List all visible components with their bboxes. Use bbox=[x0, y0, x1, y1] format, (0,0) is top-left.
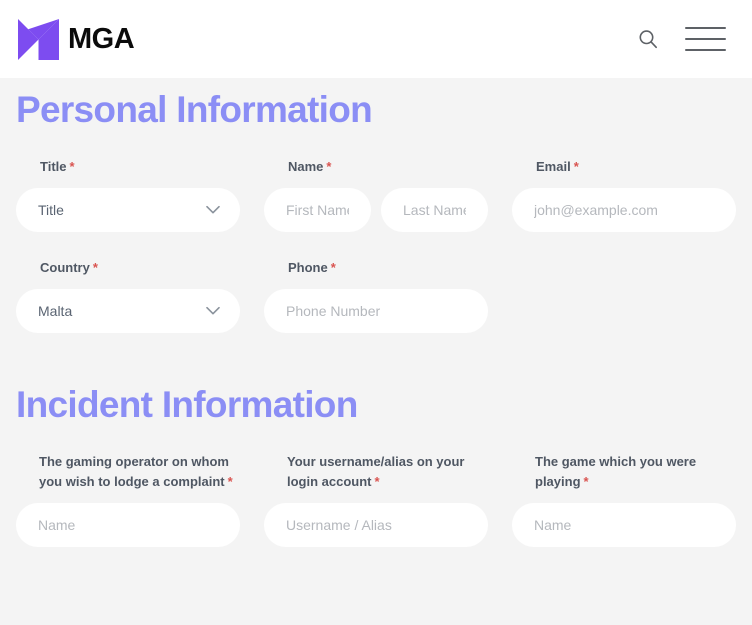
field-email: Email * bbox=[512, 157, 736, 232]
email-input[interactable] bbox=[512, 187, 736, 232]
field-country: Country * bbox=[16, 258, 240, 333]
mga-logo-icon bbox=[18, 18, 59, 60]
username-alias-input[interactable] bbox=[264, 502, 488, 547]
required-asterisk: * bbox=[330, 259, 336, 275]
search-icon[interactable] bbox=[637, 28, 659, 50]
label-text: The gaming operator on whom you wish to … bbox=[39, 453, 229, 489]
field-gaming-operator: The gaming operator on whom you wish to … bbox=[16, 452, 240, 547]
field-label-username-alias: Your username/alias on your login accoun… bbox=[264, 452, 488, 492]
label-text: Name bbox=[288, 158, 324, 174]
field-label-title: Title * bbox=[16, 157, 240, 177]
field-label-game-played: The game which you were playing * bbox=[512, 452, 736, 492]
field-label-name: Name * bbox=[264, 157, 488, 177]
first-name-input[interactable] bbox=[264, 187, 371, 232]
title-select[interactable] bbox=[16, 187, 240, 232]
label-text: Country bbox=[40, 259, 90, 275]
field-username-alias: Your username/alias on your login accoun… bbox=[264, 452, 488, 547]
phone-input[interactable] bbox=[264, 288, 488, 333]
section-personal-information: Personal Information Title* Name* bbox=[16, 78, 736, 333]
label-text: Phone bbox=[288, 259, 328, 275]
field-label-phone: Phone * bbox=[264, 258, 488, 278]
field-label-country: Country * bbox=[16, 258, 240, 278]
brand-logo-link[interactable]: MGA bbox=[18, 18, 135, 60]
form-page: Personal Information Title* Name* bbox=[0, 78, 752, 547]
field-label-email: Email * bbox=[512, 157, 736, 177]
gaming-operator-input[interactable] bbox=[16, 502, 240, 547]
required-asterisk: * bbox=[69, 158, 75, 174]
required-asterisk: * bbox=[573, 158, 579, 174]
hamburger-menu-icon[interactable] bbox=[685, 27, 726, 51]
form-row: Title* Name* Email* bbox=[16, 157, 736, 232]
hamburger-bars bbox=[685, 27, 726, 51]
label-text: Title bbox=[40, 158, 67, 174]
country-select-wrapper bbox=[16, 288, 240, 333]
section-incident-information: Incident Information The gaming operator… bbox=[16, 383, 736, 547]
required-asterisk: * bbox=[583, 473, 589, 489]
field-phone: Phone * bbox=[264, 258, 488, 333]
section-heading-incident: Incident Information bbox=[16, 383, 358, 425]
form-row: The gaming operator on whom you wish to … bbox=[16, 452, 736, 547]
header-actions bbox=[637, 27, 732, 51]
name-input-group bbox=[264, 187, 488, 232]
game-played-input[interactable] bbox=[512, 502, 736, 547]
field-game-played: The game which you were playing * bbox=[512, 452, 736, 547]
field-name: Name * bbox=[264, 157, 488, 232]
field-label-gaming-operator: The gaming operator on whom you wish to … bbox=[16, 452, 240, 492]
site-header: MGA bbox=[0, 0, 752, 78]
form-row: Country* Phone* bbox=[16, 258, 736, 333]
required-asterisk: * bbox=[92, 259, 98, 275]
title-select-wrapper bbox=[16, 187, 240, 232]
page-title: Personal Information bbox=[16, 89, 373, 130]
field-title: Title * bbox=[16, 157, 240, 232]
last-name-input[interactable] bbox=[381, 187, 488, 232]
label-text: Email bbox=[536, 158, 571, 174]
country-select[interactable] bbox=[16, 288, 240, 333]
label-text: The game which you were playing bbox=[535, 453, 697, 489]
required-asterisk: * bbox=[374, 473, 380, 489]
brand-name: MGA bbox=[68, 22, 135, 55]
required-asterisk: * bbox=[326, 158, 332, 174]
required-asterisk: * bbox=[227, 473, 233, 489]
